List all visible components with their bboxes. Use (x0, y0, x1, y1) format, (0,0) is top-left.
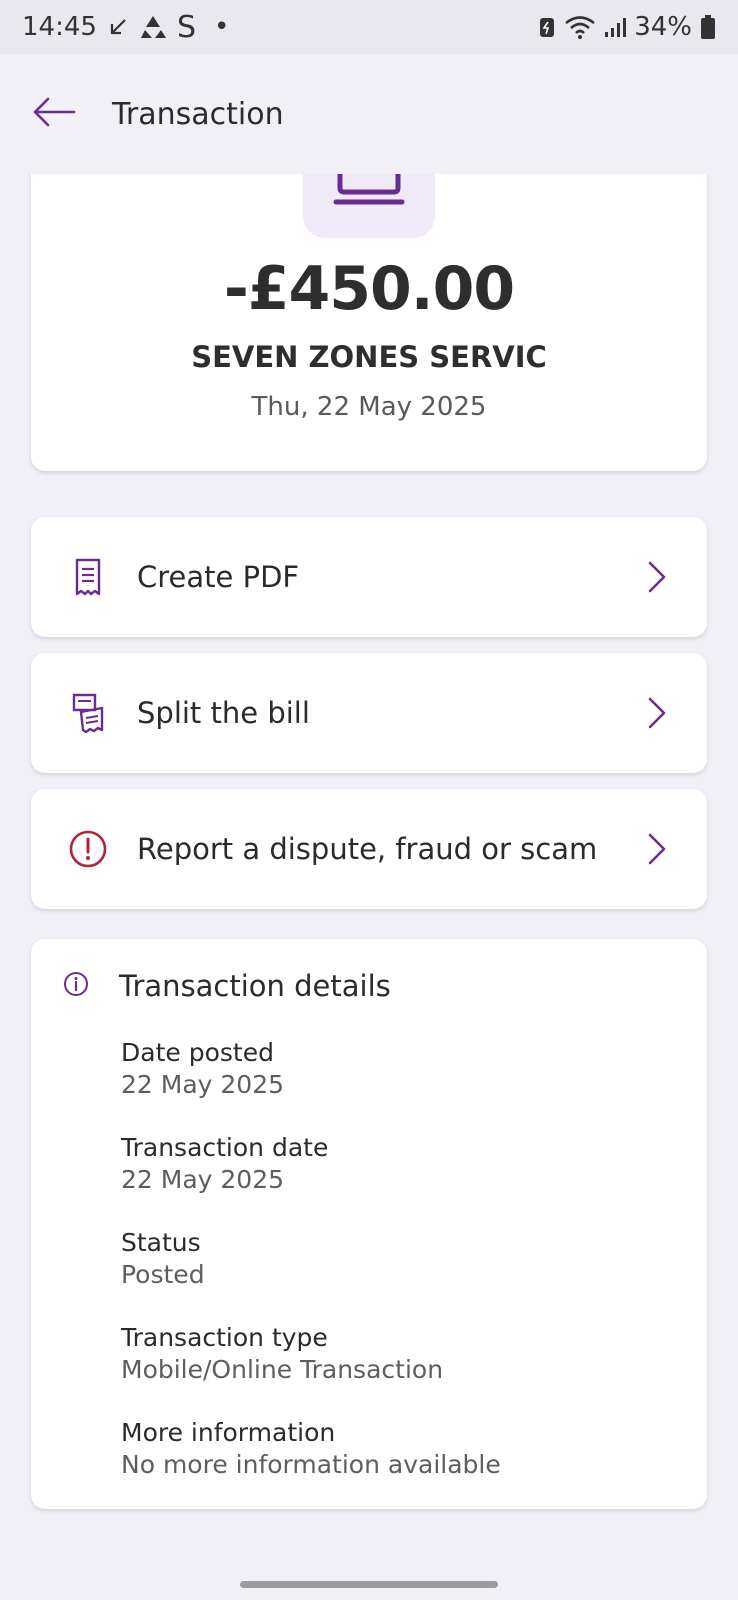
battery-icon (700, 14, 716, 40)
detail-label: More information (121, 1418, 336, 1447)
detail-label: Status (121, 1228, 201, 1257)
detail-value: 22 May 2025 (121, 1165, 285, 1194)
create-pdf-label: Create PDF (137, 560, 300, 594)
status-bar: 14:45 S • 34% (0, 0, 738, 54)
status-time: 14:45 (22, 12, 97, 42)
split-bill-icon (63, 688, 113, 738)
app-bar: Transaction (0, 54, 738, 174)
missed-call-icon (107, 16, 129, 38)
laptop-icon (324, 174, 414, 224)
split-bill-label: Split the bill (137, 696, 310, 730)
detail-status: Status Posted (121, 1227, 687, 1322)
detail-value: No more information available (121, 1450, 501, 1479)
arrow-left-icon (32, 97, 76, 131)
status-dot: • (213, 12, 230, 42)
page-title: Transaction (112, 96, 284, 132)
chevron-right-icon (637, 829, 677, 869)
recycle-icon (139, 14, 167, 40)
detail-label: Transaction date (121, 1133, 329, 1162)
wifi-icon (564, 15, 596, 39)
home-indicator[interactable] (240, 1581, 498, 1588)
transaction-summary-card: -£450.00 SEVEN ZONES SERVIC Thu, 22 May … (31, 174, 707, 471)
alert-circle-icon (63, 824, 113, 874)
report-dispute-label: Report a dispute, fraud or scam (137, 832, 598, 866)
chevron-right-icon (637, 557, 677, 597)
transaction-date: Thu, 22 May 2025 (251, 392, 487, 422)
merchant-name: SEVEN ZONES SERVIC (191, 340, 547, 374)
transaction-details-card: Transaction details Date posted 22 May 2… (31, 939, 707, 1509)
split-bill-button[interactable]: Split the bill (31, 653, 707, 773)
battery-saver-icon (538, 15, 556, 39)
battery-percent: 34% (634, 12, 692, 42)
details-list: Date posted 22 May 2025 Transaction date… (121, 1037, 687, 1512)
report-dispute-button[interactable]: Report a dispute, fraud or scam (31, 789, 707, 909)
status-carrier-letter: S (176, 9, 196, 45)
details-header: Transaction details (63, 969, 391, 1003)
chevron-right-icon (637, 693, 677, 733)
detail-transaction-type: Transaction type Mobile/Online Transacti… (121, 1322, 687, 1417)
detail-more-information: More information No more information ava… (121, 1417, 687, 1512)
detail-label: Transaction type (121, 1323, 328, 1352)
receipt-icon (63, 552, 113, 602)
detail-date-posted: Date posted 22 May 2025 (121, 1037, 687, 1132)
detail-label: Date posted (121, 1038, 274, 1067)
create-pdf-button[interactable]: Create PDF (31, 517, 707, 637)
signal-icon (604, 16, 627, 38)
back-button[interactable] (24, 84, 84, 144)
detail-value: Mobile/Online Transaction (121, 1355, 444, 1384)
details-title: Transaction details (119, 969, 391, 1003)
content-scroll[interactable]: -£450.00 SEVEN ZONES SERVIC Thu, 22 May … (0, 174, 738, 1600)
merchant-logo (303, 174, 435, 238)
detail-value: 22 May 2025 (121, 1070, 285, 1099)
info-icon (63, 971, 89, 1001)
transaction-amount: -£450.00 (223, 254, 515, 324)
detail-transaction-date: Transaction date 22 May 2025 (121, 1132, 687, 1227)
detail-value: Posted (121, 1260, 205, 1289)
